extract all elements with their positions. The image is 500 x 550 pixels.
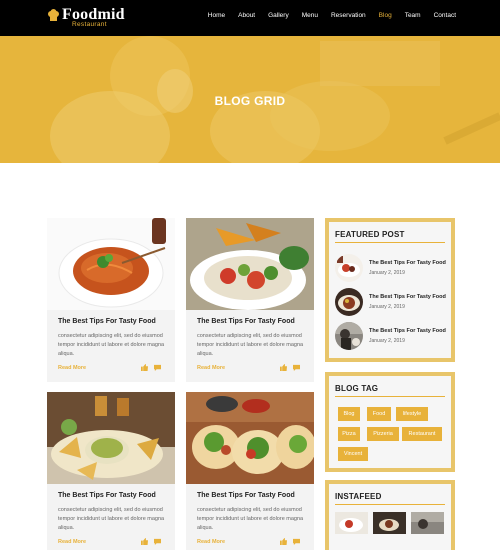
tag-food[interactable]: Food [367, 407, 391, 421]
nachos-image[interactable] [47, 392, 175, 484]
tag-blog[interactable]: Blog [338, 407, 360, 421]
thumbs-up-icon[interactable] [280, 364, 287, 371]
blog-tag-widget: BLOG TAG Blog Food lifestyle Pizza Pizze… [325, 372, 455, 472]
nav-contact[interactable]: Contact [434, 12, 456, 19]
tag-lifestyle[interactable]: lifestyle [396, 407, 428, 421]
nav-menu[interactable]: Menu [302, 12, 318, 19]
nav-home[interactable]: Home [208, 12, 225, 19]
featured-post-thumbnail[interactable] [335, 322, 363, 350]
chef-hat-icon [48, 9, 59, 21]
post-title[interactable]: The Best Tips For Tasty Food [197, 492, 295, 499]
blog-card: The Best Tips For Tasty Food consectetur… [47, 392, 175, 550]
featured-post-thumbnail[interactable] [335, 288, 363, 316]
tacos-image[interactable] [186, 392, 314, 484]
post-actions [280, 364, 300, 371]
featured-post-title[interactable]: The Best Tips For Tasty Food [369, 260, 446, 266]
instafeed-photo[interactable] [411, 512, 444, 534]
featured-post-item[interactable]: The Best Tips For Tasty Food January 2, … [335, 254, 450, 282]
comment-icon[interactable] [293, 364, 300, 371]
instafeed-widget: INSTAFEED [325, 480, 455, 550]
post-excerpt: consectetur adipiscing elit, sed do eius… [58, 333, 165, 357]
logo-subtitle: Restaurant [72, 21, 107, 28]
tag-restaurant[interactable]: Restaurant [402, 427, 442, 441]
nav-gallery[interactable]: Gallery [268, 12, 289, 19]
comment-icon[interactable] [293, 538, 300, 545]
post-title[interactable]: The Best Tips For Tasty Food [197, 318, 295, 325]
featured-post-title[interactable]: The Best Tips For Tasty Food [369, 328, 446, 334]
post-actions [141, 538, 161, 545]
widget-title: BLOG TAG [335, 384, 379, 393]
widget-title: INSTAFEED [335, 492, 382, 501]
post-title[interactable]: The Best Tips For Tasty Food [58, 492, 156, 499]
featured-post-item[interactable]: The Best Tips For Tasty Food January 2, … [335, 288, 450, 316]
logo[interactable]: Foodmid Restaurant [47, 6, 127, 29]
featured-post-date: January 2, 2019 [369, 338, 405, 344]
divider [335, 504, 445, 505]
read-more-link[interactable]: Read More [58, 539, 86, 545]
featured-post-item[interactable]: The Best Tips For Tasty Food January 2, … [335, 322, 450, 350]
tag-pizza[interactable]: Pizza [338, 427, 360, 441]
read-more-link[interactable]: Read More [197, 365, 225, 371]
featured-post-date: January 2, 2019 [369, 270, 405, 276]
nav-reservation[interactable]: Reservation [331, 12, 366, 19]
hero-banner: BLOG GRID [0, 36, 500, 163]
post-excerpt: consectetur adipiscing elit, sed do eius… [197, 333, 304, 357]
post-actions [280, 538, 300, 545]
featured-post-date: January 2, 2019 [369, 304, 405, 310]
thumbs-up-icon[interactable] [141, 538, 148, 545]
featured-post-thumbnail[interactable] [335, 254, 363, 282]
top-navbar: Foodmid Restaurant Home About Gallery Me… [0, 0, 500, 36]
post-actions [141, 364, 161, 371]
comment-icon[interactable] [154, 364, 161, 371]
blog-card: The Best Tips For Tasty Food consectetur… [186, 392, 314, 550]
thumbs-up-icon[interactable] [141, 364, 148, 371]
nav-blog[interactable]: Blog [379, 12, 392, 19]
comment-icon[interactable] [154, 538, 161, 545]
widget-title: FEATURED POST [335, 230, 405, 239]
salad-plate-image[interactable] [186, 218, 314, 310]
blog-card: The Best Tips For Tasty Food consectetur… [47, 218, 175, 382]
featured-post-title[interactable]: The Best Tips For Tasty Food [369, 294, 446, 300]
read-more-link[interactable]: Read More [197, 539, 225, 545]
blog-card: The Best Tips For Tasty Food consectetur… [186, 218, 314, 382]
instafeed-photo[interactable] [335, 512, 368, 534]
post-excerpt: consectetur adipiscing elit, sed do eius… [58, 507, 165, 531]
divider [335, 242, 445, 243]
thumbs-up-icon[interactable] [280, 538, 287, 545]
spaghetti-image[interactable] [47, 218, 175, 310]
featured-post-widget: FEATURED POST The Best Tips For Tasty Fo… [325, 218, 455, 362]
instafeed-photo[interactable] [373, 512, 406, 534]
divider [335, 396, 445, 397]
post-title[interactable]: The Best Tips For Tasty Food [58, 318, 156, 325]
nav-about[interactable]: About [238, 12, 255, 19]
page-title: BLOG GRID [214, 94, 286, 108]
nav-team[interactable]: Team [405, 12, 421, 19]
main-menu: Home About Gallery Menu Reservation Blog… [195, 12, 456, 19]
tag-pizzeria[interactable]: Pizzeria [367, 427, 399, 441]
post-excerpt: consectetur adipiscing elit, sed do eius… [197, 507, 304, 531]
tag-vincent[interactable]: Vincent [338, 447, 368, 461]
read-more-link[interactable]: Read More [58, 365, 86, 371]
